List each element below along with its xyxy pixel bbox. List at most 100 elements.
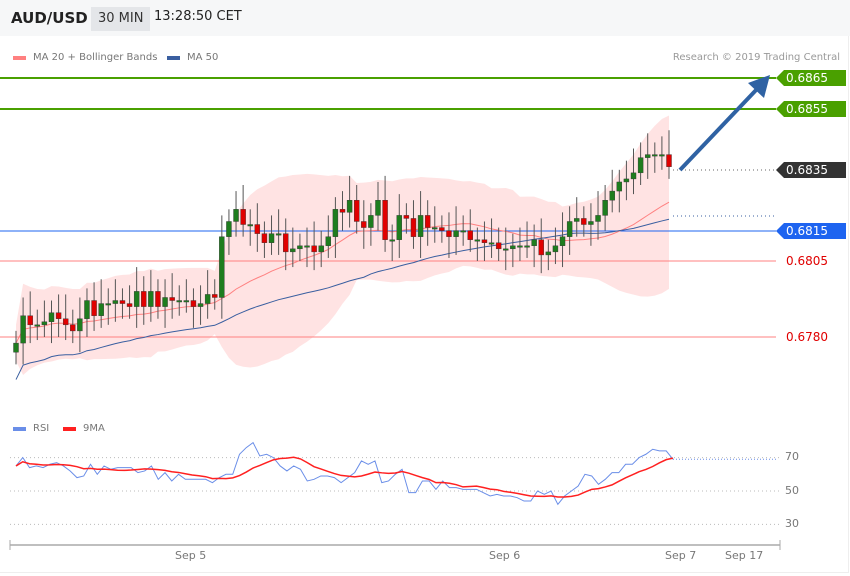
candle-body [219, 236, 225, 298]
candle-body [403, 215, 410, 219]
candle-body [27, 315, 33, 326]
candle-body [460, 230, 466, 233]
candle-body [389, 239, 395, 242]
candle-body [495, 242, 502, 250]
candle-body [55, 312, 62, 319]
x-tick-sep5: Sep 5 [175, 549, 207, 562]
candle-body [623, 178, 630, 183]
candle-body [84, 300, 90, 319]
candle-body [432, 227, 438, 230]
candle-body [659, 154, 665, 157]
rsi-tick-70: 70 [785, 450, 799, 463]
candle-body [339, 209, 346, 213]
candle-body [666, 154, 672, 167]
candle-body [112, 300, 119, 304]
candle-body [34, 324, 40, 327]
x-tick-sep6: Sep 6 [489, 549, 521, 562]
candle-body [169, 297, 175, 301]
support1-tag: 0.6805 [786, 254, 828, 268]
support2-tag: 0.6780 [786, 330, 828, 344]
candle-body [48, 312, 55, 322]
candle-body [275, 233, 282, 236]
x-tick-sep7: Sep 7 [665, 549, 697, 562]
candle-body [304, 245, 310, 248]
candle-body [226, 221, 232, 237]
candle-body [41, 321, 48, 326]
pivot-tag: 0.6815 [776, 223, 846, 239]
candle-body [155, 291, 161, 307]
candle-body [630, 172, 637, 180]
target2-tag: 0.6865 [776, 70, 846, 86]
candle-body [524, 245, 530, 248]
candle-body [361, 221, 367, 228]
candle-body [588, 221, 594, 225]
candle-body [13, 342, 19, 353]
candle-body [240, 209, 246, 225]
candle-body [176, 300, 182, 303]
candle-body [290, 248, 296, 253]
candle-body [133, 291, 140, 307]
candle-body [105, 303, 111, 306]
candle-body [637, 157, 644, 174]
candle-body [652, 154, 658, 157]
candle-body [467, 230, 473, 240]
candle-body [268, 233, 275, 243]
candle-body [190, 300, 197, 307]
candle-body [297, 245, 303, 250]
candle-body [424, 215, 431, 228]
candle-body [510, 245, 516, 250]
candle-body [481, 239, 488, 243]
candle-body [581, 218, 587, 225]
candle-body [602, 199, 608, 216]
candle-body [538, 239, 544, 256]
candle-body [346, 199, 353, 213]
candle-body [531, 239, 537, 247]
candle-body [566, 221, 573, 237]
candle-body [595, 215, 601, 222]
candle-body [545, 251, 552, 256]
candle-body [311, 245, 317, 253]
candle-body [375, 199, 381, 216]
candle-body [183, 300, 190, 303]
candle-body [332, 209, 339, 237]
candle-body [318, 245, 324, 253]
candle-body [439, 227, 445, 231]
candle-body [283, 233, 289, 253]
price-chart[interactable] [0, 0, 850, 576]
candle-body [353, 199, 360, 222]
candle-body [474, 239, 481, 242]
candle-body [368, 215, 374, 228]
rsi-tick-30: 30 [785, 517, 799, 530]
candle-body [98, 303, 104, 316]
candle-body [254, 224, 261, 234]
candle-body [552, 245, 559, 253]
candle-body [446, 230, 452, 237]
candle-body [574, 218, 580, 222]
candle-body [20, 315, 26, 344]
candle-body [233, 209, 239, 222]
candle-body [396, 215, 402, 240]
candle-body [503, 248, 509, 251]
candle-body [488, 242, 495, 245]
candle-body [70, 324, 76, 332]
candle-body [325, 236, 332, 246]
candle-body [616, 181, 623, 192]
forecast-arrow-line [678, 86, 760, 172]
candle-body [417, 215, 424, 237]
candle-body [645, 154, 651, 158]
candle-body [204, 294, 211, 304]
candle-body [212, 294, 218, 298]
candle-body [91, 300, 97, 316]
candle-body [410, 218, 417, 237]
x-tick-sep17: Sep 17 [725, 549, 764, 562]
rsi-tick-50: 50 [785, 484, 799, 497]
candle-body [141, 291, 147, 307]
candle-body [609, 190, 615, 201]
candle-body [162, 297, 168, 307]
candle-body [197, 303, 204, 307]
candle-body [148, 291, 154, 307]
last-price-tag: 0.6835 [776, 162, 846, 178]
candle-body [247, 224, 253, 227]
candle-body [517, 245, 523, 248]
candle-body [119, 300, 126, 304]
